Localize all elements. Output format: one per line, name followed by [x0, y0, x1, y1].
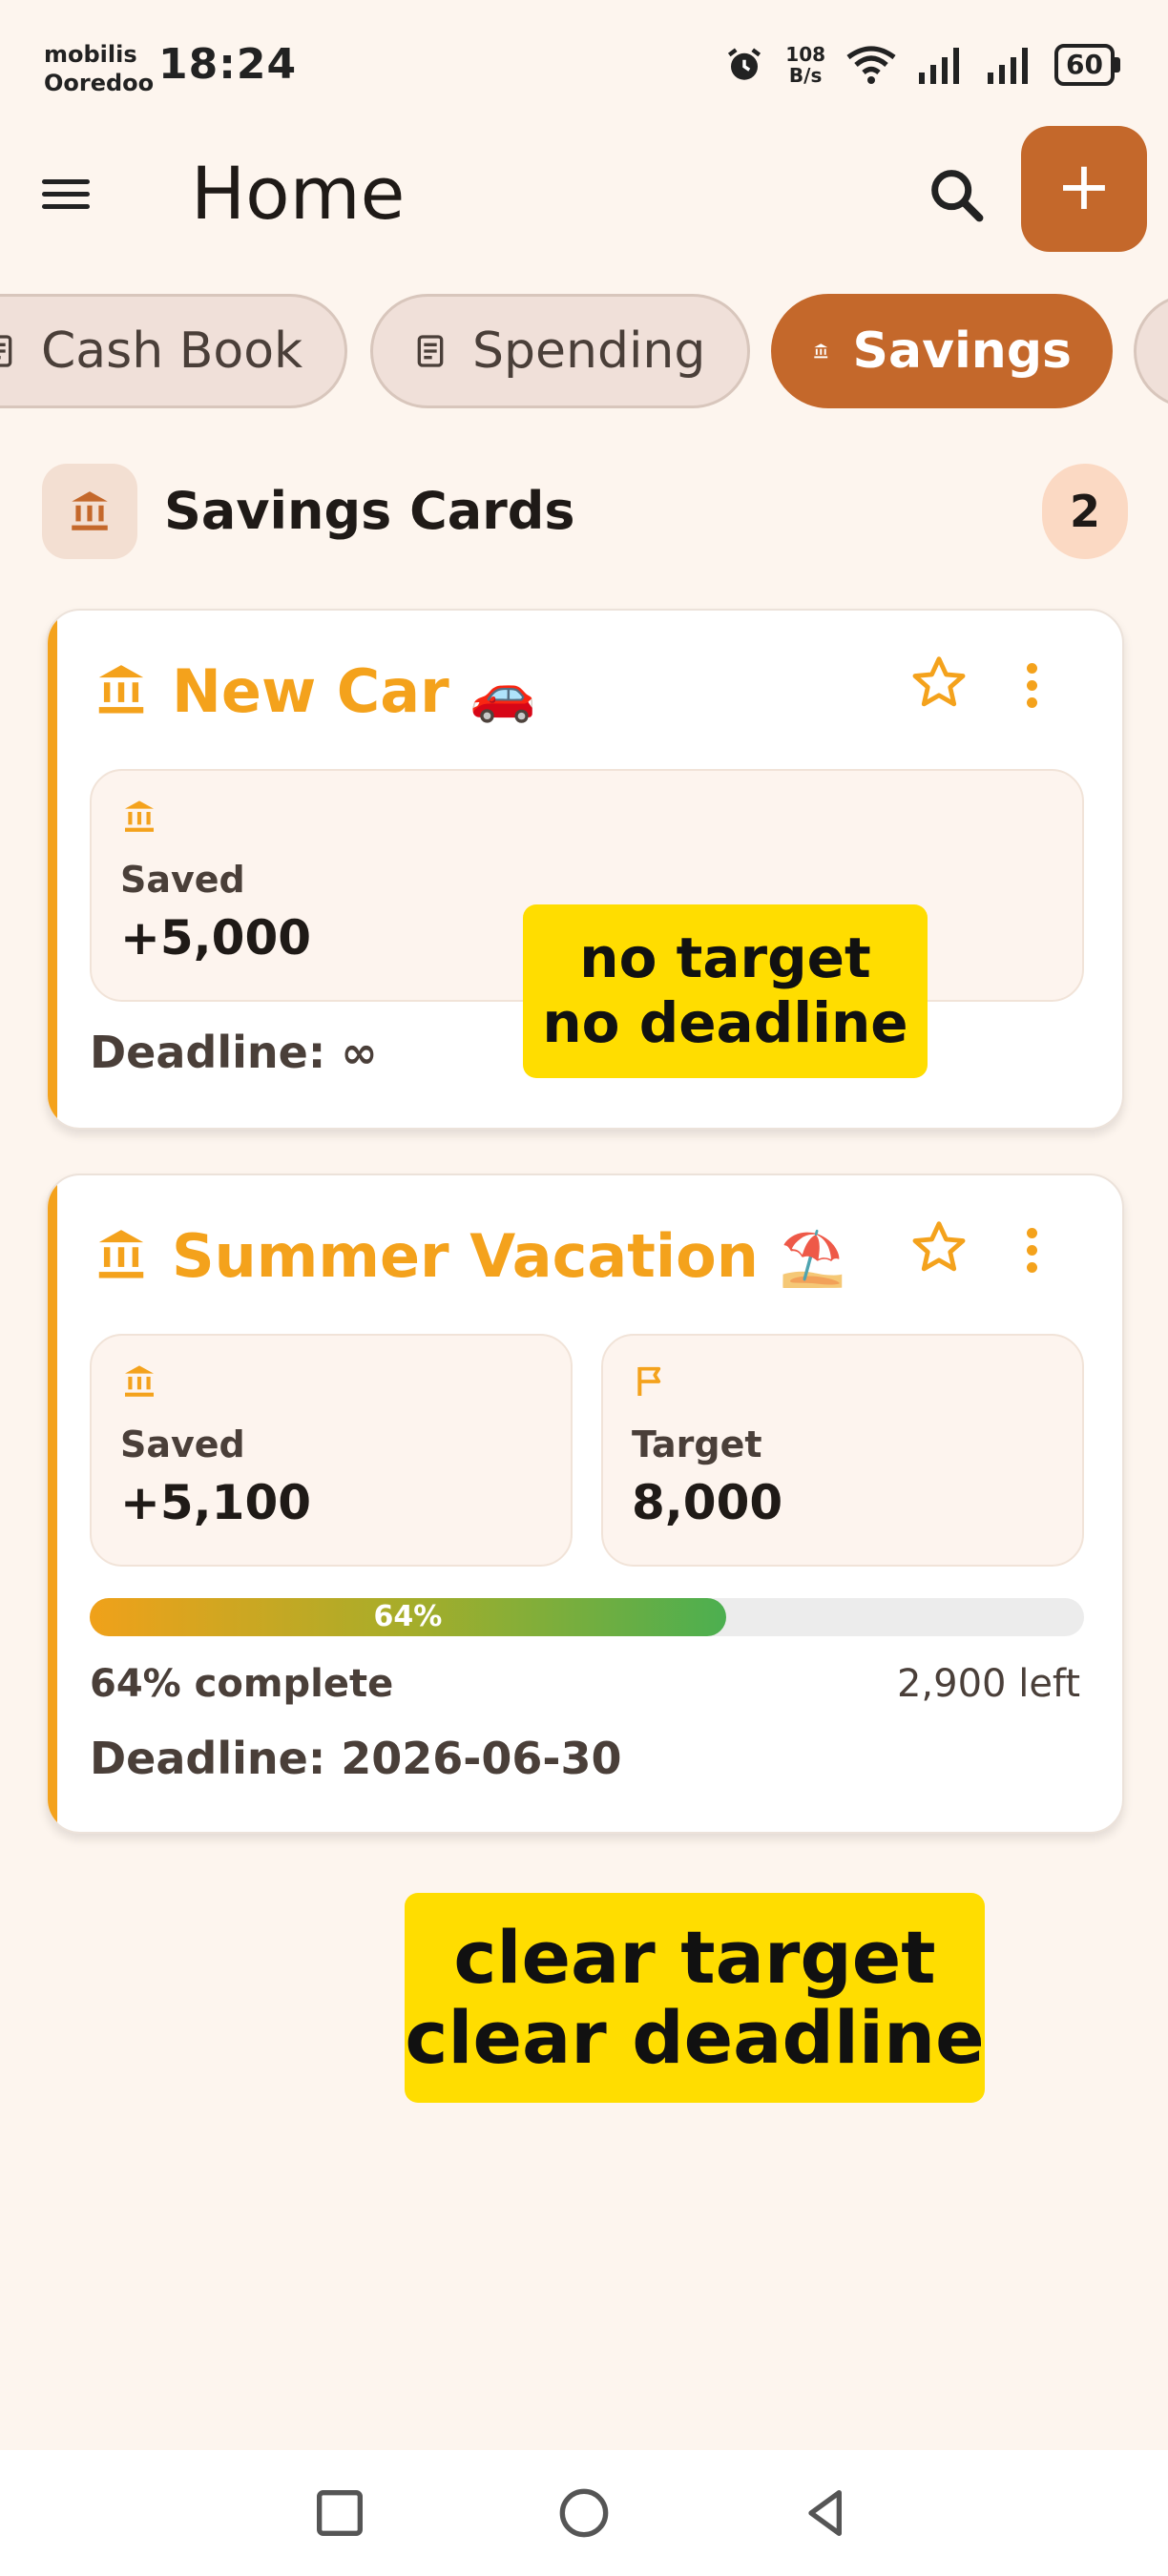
saved-label: Saved	[120, 859, 245, 901]
page-title: Home	[191, 151, 406, 236]
savings-card-summer-vacation[interactable]: Summer Vacation ⛱️ Saved +5,100 Target 8…	[46, 1174, 1124, 1834]
recents-icon[interactable]	[309, 2483, 370, 2544]
battery-level: 60	[1054, 44, 1115, 86]
tab-savings-label: Savings	[852, 322, 1072, 380]
add-button[interactable]: +	[1021, 126, 1147, 252]
tab-spending[interactable]: Spending	[370, 294, 750, 408]
saved-label: Saved	[120, 1423, 245, 1465]
annotation-note-2-line-1: clear target	[453, 1915, 936, 2000]
tab-cash-book-label: Cash Book	[41, 322, 303, 380]
card-title-row: New Car 🚗	[92, 653, 1094, 729]
bank-icon	[72, 491, 108, 530]
section-header: Savings Cards 2	[42, 464, 1128, 559]
status-time: 18:24	[158, 40, 298, 89]
card-title-text: New Car	[172, 656, 449, 726]
saved-value: +5,100	[120, 1475, 312, 1530]
net-speed: 108 B/s	[785, 44, 825, 86]
bank-icon	[125, 800, 154, 832]
annotation-note-1-line-2: no deadline	[542, 990, 908, 1055]
annotation-note-2-line-2: clear deadline	[405, 1995, 985, 2080]
deadline-text: Deadline: 2026-06-30	[90, 1733, 622, 1784]
target-box: Target 8,000	[601, 1334, 1084, 1567]
category-tabs: Cash Book Spending Savings	[0, 294, 1168, 410]
annotation-note-1-line-1: no target	[579, 925, 871, 990]
battery-icon: 60	[1054, 44, 1120, 86]
carrier-names: mobilis Ooredoo	[44, 40, 154, 97]
card-title-row: Summer Vacation ⛱️	[92, 1217, 1094, 1294]
bank-icon	[98, 1230, 144, 1278]
flag-icon	[637, 1366, 661, 1396]
car-emoji: 🚗	[469, 663, 537, 725]
section-title: Savings Cards	[164, 481, 575, 541]
saved-box: Saved +5,100	[90, 1334, 573, 1567]
card-title: Summer Vacation ⛱️	[172, 1221, 845, 1291]
alarm-icon	[728, 48, 761, 80]
target-value: 8,000	[632, 1475, 783, 1530]
menu-icon	[42, 179, 90, 184]
back-icon[interactable]	[796, 2483, 857, 2544]
more-options-icon[interactable]	[1017, 656, 1046, 717]
progress-fill: 64%	[90, 1598, 726, 1636]
target-label: Target	[632, 1423, 762, 1465]
status-icons: 108 B/s 60	[724, 44, 1120, 86]
more-options-icon[interactable]	[1017, 1221, 1046, 1282]
wifi-icon	[846, 46, 896, 84]
section-icon-container	[42, 464, 137, 559]
tab-spending-label: Spending	[472, 322, 706, 380]
umbrella-emoji: ⛱️	[779, 1228, 846, 1290]
carrier-1: mobilis	[44, 41, 137, 68]
progress-bar: 64%	[90, 1598, 1084, 1636]
receipt-icon	[417, 335, 444, 367]
status-bar: mobilis Ooredoo 18:24 108 B/s 60	[0, 0, 1168, 134]
star-icon[interactable]	[908, 653, 970, 714]
star-icon[interactable]	[908, 1217, 970, 1278]
card-title-text: Summer Vacation	[172, 1221, 759, 1291]
bank-icon	[814, 343, 828, 359]
tab-cash-book[interactable]: Cash Book	[0, 294, 347, 408]
signal-icon-1	[919, 48, 960, 84]
search-icon[interactable]	[924, 162, 991, 229]
card-title: New Car 🚗	[172, 656, 536, 726]
carrier-2: Ooredoo	[44, 70, 155, 96]
bank-icon	[125, 1365, 154, 1397]
saved-value: +5,000	[120, 910, 312, 966]
annotation-note-1: no target no deadline	[523, 904, 928, 1078]
app-bar: Home +	[0, 126, 1168, 258]
count-badge: 2	[1042, 464, 1128, 559]
percent-complete: 64% complete	[90, 1662, 394, 1706]
deadline-text: Deadline: ∞	[90, 1027, 378, 1078]
home-icon[interactable]	[553, 2483, 615, 2544]
amount-left: 2,900 left	[896, 1662, 1080, 1706]
receipt-icon	[0, 335, 12, 367]
signal-icon-2	[988, 48, 1029, 84]
net-speed-unit: B/s	[788, 64, 823, 87]
menu-button[interactable]	[42, 172, 99, 219]
system-nav-bar	[0, 2450, 1168, 2576]
annotation-note-2: clear target clear deadline	[405, 1893, 985, 2103]
tab-more[interactable]	[1134, 294, 1168, 408]
net-speed-value: 108	[785, 43, 826, 66]
bank-icon	[98, 665, 144, 714]
tab-savings[interactable]: Savings	[771, 294, 1113, 408]
